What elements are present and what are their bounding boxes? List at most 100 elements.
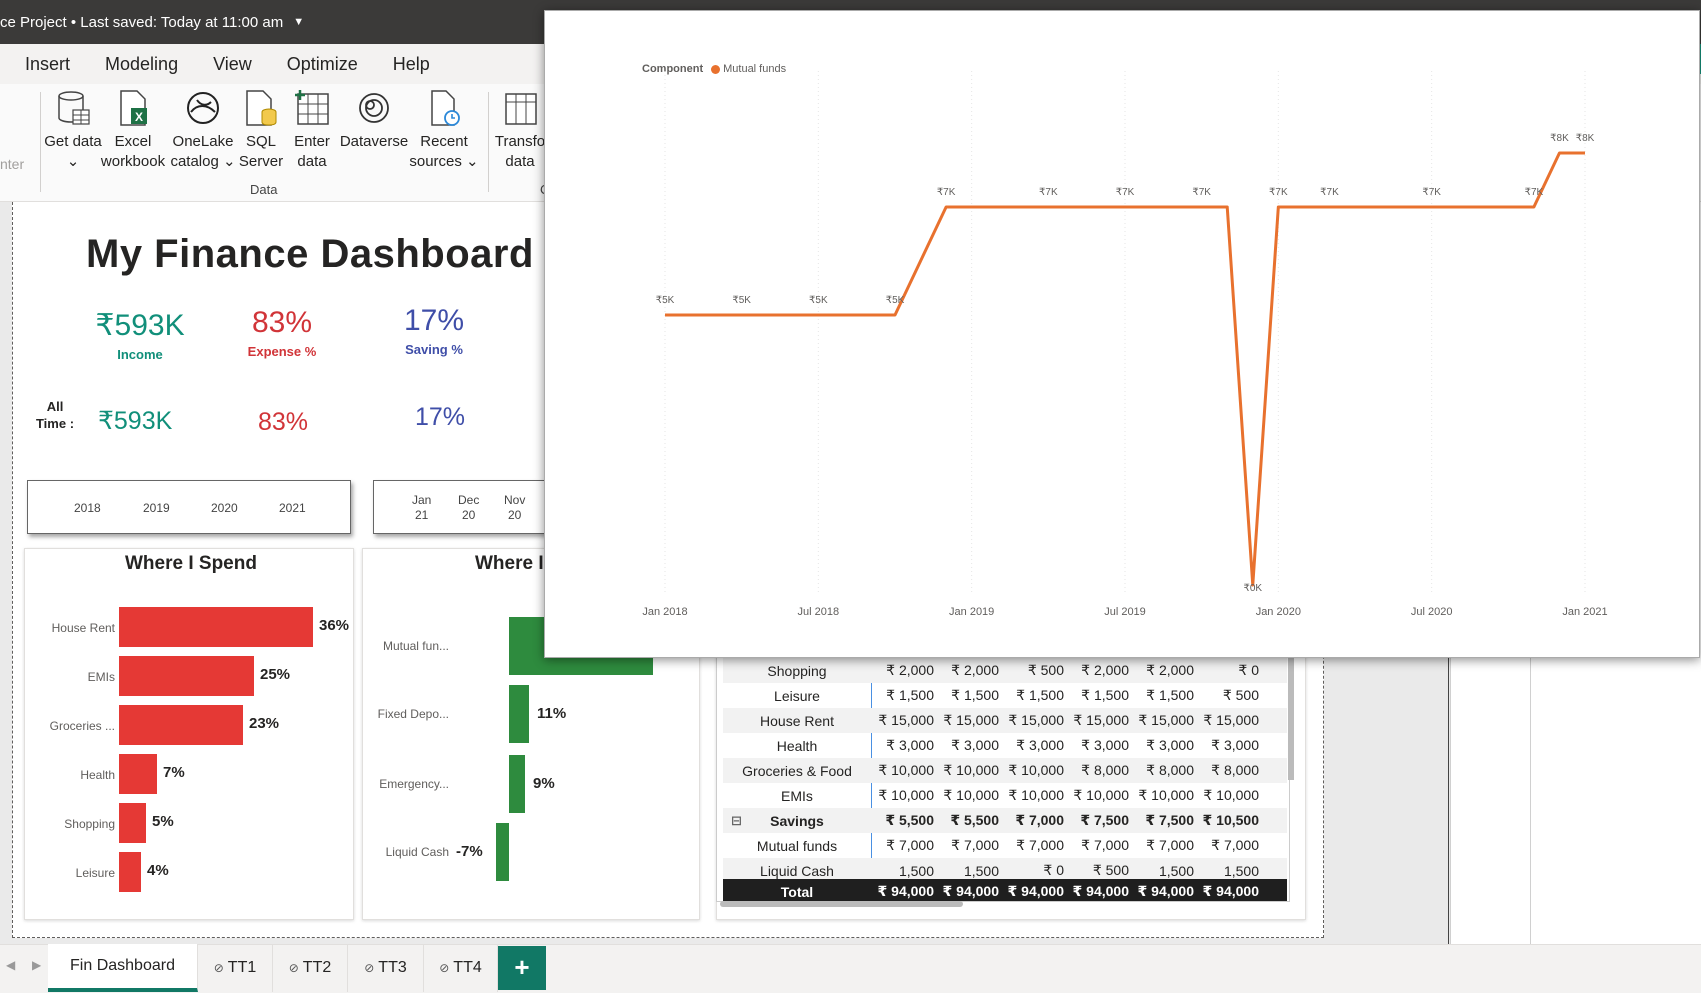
matrix-cell: ₹ 3,000: [1016, 737, 1064, 753]
matrix-cell: ₹ 15,000: [1203, 712, 1259, 728]
spend-category-label: EMIs: [87, 670, 115, 684]
matrix-row[interactable]: ⊟ Savings ₹ 5,500 ₹ 5,500 ₹ 7,000 ₹ 7,500 ₹ 7,…: [723, 808, 1287, 833]
excel-workbook-button[interactable]: X Excel workbook: [98, 88, 168, 172]
sql-server-button[interactable]: SQL Server: [228, 88, 294, 172]
slicer-month-name: Dec: [458, 493, 480, 507]
matrix-row[interactable]: EMIs ₹ 10,000 ₹ 10,000 ₹ 10,000 ₹ 10,000 ₹ 10…: [723, 783, 1287, 808]
spend-bar[interactable]: [119, 705, 243, 745]
tab-insert[interactable]: Insert: [25, 54, 70, 75]
add-page-button[interactable]: +: [498, 946, 546, 990]
matrix-row[interactable]: Health ₹ 3,000 ₹ 3,000 ₹ 3,000 ₹ 3,000 ₹ 3,00…: [723, 733, 1287, 758]
matrix-total-cell: ₹ 94,000: [1007, 883, 1064, 899]
spend-bar[interactable]: [119, 607, 313, 647]
matrix-cell: ₹ 2,000: [1081, 662, 1129, 678]
slicer-month-dec20[interactable]: Dec 20: [458, 493, 479, 523]
spend-bar[interactable]: [119, 803, 146, 843]
matrix-cell: 1,500: [963, 862, 999, 879]
collapse-icon[interactable]: ⊟: [731, 813, 742, 829]
slicer-year-2021[interactable]: 2021: [279, 501, 306, 516]
matrix-cell: ₹ 7,000: [1015, 812, 1064, 828]
slicer-year-2020[interactable]: 2020: [211, 501, 238, 516]
invest-bar[interactable]: [496, 823, 509, 881]
tab-scroll-right-icon[interactable]: ▶: [32, 958, 41, 972]
title-dropdown-icon[interactable]: ▼: [293, 16, 304, 28]
dashboard-title: My Finance Dashboard: [86, 232, 534, 276]
matrix-row[interactable]: Mutual funds ₹ 7,000 ₹ 7,000 ₹ 7,000 ₹ 7,000…: [723, 833, 1287, 858]
matrix-row[interactable]: Shopping ₹ 2,000 ₹ 2,000 ₹ 500 ₹ 2,000 ₹ 2,00…: [723, 658, 1287, 683]
data-label: ₹8K: [1576, 133, 1595, 144]
page-tab-tt1[interactable]: ⊘ TT1: [198, 944, 273, 992]
slicer-month-nov20[interactable]: Nov 20: [504, 493, 525, 523]
data-label: ₹7K: [1422, 187, 1441, 198]
data-label: ₹7K: [937, 187, 956, 198]
expense-matrix[interactable]: Shopping ₹ 2,000 ₹ 2,000 ₹ 500 ₹ 2,000 ₹ 2,00…: [716, 655, 1290, 902]
matrix-cell: ₹ 15,000: [1073, 712, 1129, 728]
matrix-cell: ₹ 7,000: [1081, 837, 1129, 853]
svg-text:X: X: [135, 110, 143, 124]
slicer-year-2018[interactable]: 2018: [74, 501, 101, 516]
slicer-year-2019[interactable]: 2019: [143, 501, 170, 516]
spend-bar[interactable]: [119, 754, 157, 794]
invest-bar[interactable]: [509, 685, 529, 743]
matrix-row-label: Liquid Cash: [760, 862, 834, 879]
alltime-expense: 83%: [258, 408, 309, 436]
matrix-row-label: Mutual funds: [756, 837, 838, 854]
page-tab-tt3[interactable]: ⊘ TT3: [348, 944, 424, 992]
matrix-cell: ₹ 10,000: [1008, 787, 1064, 803]
excel-workbook-label: Excel workbook: [100, 133, 166, 170]
page-tab-fin-dashboard[interactable]: Fin Dashboard: [48, 944, 198, 992]
dataverse-button[interactable]: Dataverse: [337, 88, 411, 152]
enter-data-button[interactable]: Enter data: [288, 88, 336, 172]
expense-kpi[interactable]: 83% Expense %: [232, 306, 332, 359]
matrix-cell: ₹ 0: [1238, 662, 1259, 678]
series-line-mutual-funds[interactable]: [665, 151, 1585, 587]
matrix-cell: ₹ 500: [1027, 662, 1064, 678]
matrix-cell: ₹ 7,500: [1080, 812, 1129, 828]
invest-bar[interactable]: [509, 755, 525, 813]
transform-data-button[interactable]: Transfo data: [490, 88, 550, 172]
spend-value-label: 4%: [147, 862, 169, 879]
matrix-row[interactable]: Leisure ₹ 1,500 ₹ 1,500 ₹ 1,500 ₹ 1,500 ₹ 1,5…: [723, 683, 1287, 708]
page-tab-tt2[interactable]: ⊘ TT2: [273, 944, 348, 992]
document-title[interactable]: ce Project • Last saved: Today at 11:00 …: [0, 14, 283, 31]
matrix-cell: ₹ 500: [1222, 687, 1259, 703]
spend-bar[interactable]: [119, 852, 141, 892]
matrix-horizontal-scrollbar[interactable]: [720, 901, 963, 907]
spend-value-label: 36%: [319, 617, 350, 634]
invest-value-label: 11%: [537, 705, 567, 722]
recent-sources-button[interactable]: Recent sources ⌄: [406, 88, 482, 172]
matrix-cell: ₹ 15,000: [878, 712, 934, 728]
matrix-row[interactable]: Groceries & Food ₹ 10,000 ₹ 10,000 ₹ 10,000…: [723, 758, 1287, 783]
slicer-month-jan21[interactable]: Jan 21: [412, 493, 431, 523]
tab-view[interactable]: View: [213, 54, 252, 75]
page-tab-label: Fin Dashboard: [70, 957, 175, 974]
matrix-vertical-scrollbar[interactable]: [1288, 655, 1294, 780]
page-tab-tt4[interactable]: ⊘ TT4: [424, 944, 498, 992]
matrix-cell: ₹ 1,500: [1081, 687, 1129, 703]
where-i-spend-card[interactable]: Where I Spend House Rent 36% EMIs 25% Grocer…: [24, 548, 354, 920]
tab-scroll-left-icon[interactable]: ◀: [6, 958, 15, 972]
matrix-row[interactable]: House Rent ₹ 15,000 ₹ 15,000 ₹ 15,000 ₹ 15,0…: [723, 708, 1287, 733]
x-tick-label: Jan 2018: [642, 606, 687, 618]
matrix-cell: ₹ 5,500: [885, 812, 934, 828]
matrix-cell: ₹ 500: [1092, 862, 1129, 878]
slicer-month-name: Jan: [412, 493, 432, 507]
income-value: ₹593K: [95, 309, 185, 342]
matrix-cell: ₹ 0: [1043, 862, 1064, 878]
data-label: ₹7K: [1192, 187, 1211, 198]
matrix-total-cell: ₹ 9: [1261, 883, 1289, 900]
spend-value-label: 7%: [163, 764, 185, 781]
ribbon-cut-label: nter: [0, 156, 25, 172]
saving-kpi[interactable]: 17% Saving %: [384, 304, 484, 357]
matrix-cell: ₹ 7,000: [1211, 837, 1259, 853]
mutual-funds-line-chart[interactable]: Component Mutual funds Jan 2018 Jul 2018 J…: [544, 10, 1700, 658]
matrix-cell: ₹ 5,500: [950, 812, 999, 828]
slicer-month-year: 20: [507, 508, 522, 522]
tab-modeling[interactable]: Modeling: [105, 54, 178, 75]
invest-value-label: -7%: [456, 843, 483, 860]
spend-bar[interactable]: [119, 656, 254, 696]
income-kpi[interactable]: ₹593K Income: [90, 308, 190, 362]
tab-optimize[interactable]: Optimize: [287, 54, 358, 75]
tab-help[interactable]: Help: [393, 54, 430, 75]
matrix-cell: ₹: [1261, 687, 1289, 704]
